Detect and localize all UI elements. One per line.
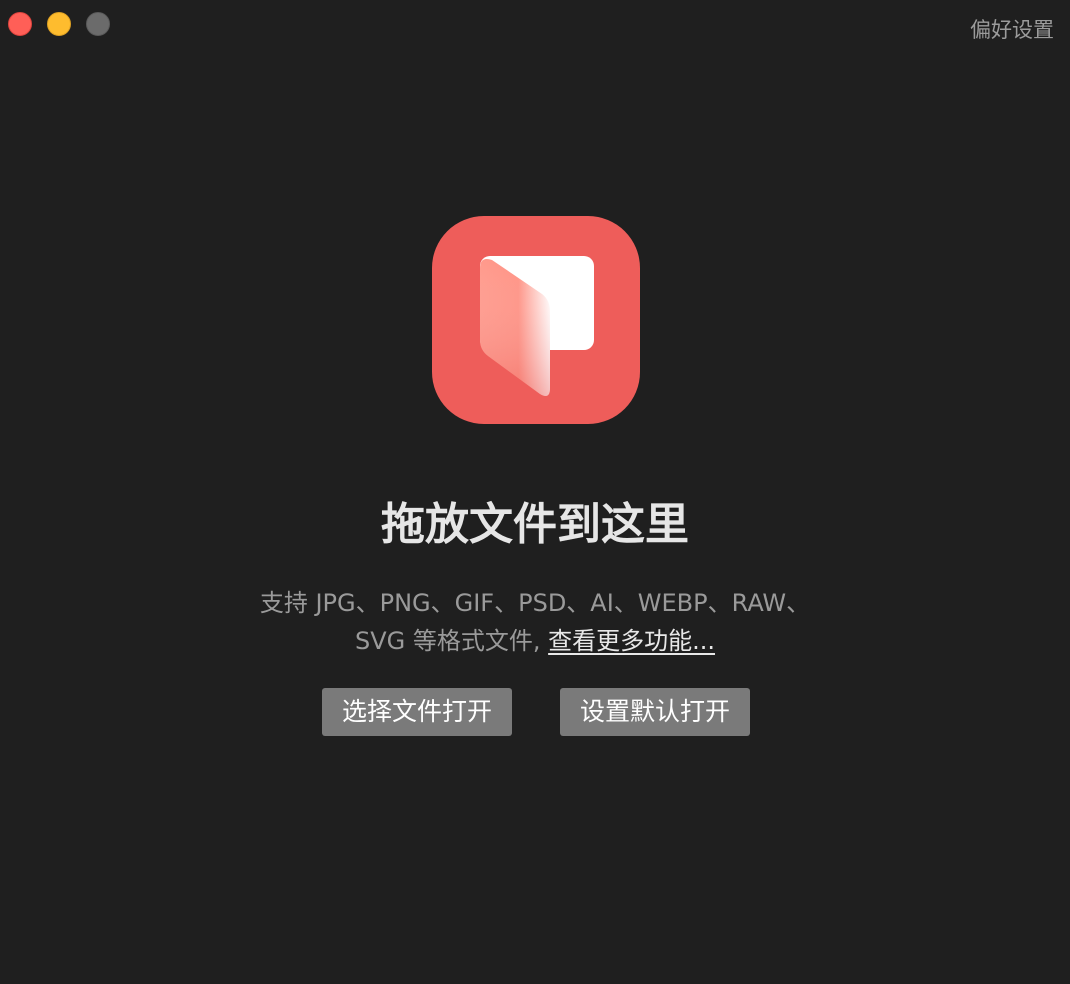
preferences-button[interactable]: 偏好设置 [970, 16, 1054, 44]
formats-line-1: 支持 JPG、PNG、GIF、PSD、AI、WEBP、RAW、 [259, 589, 811, 617]
set-default-button[interactable]: 设置默认打开 [560, 688, 750, 736]
drop-title: 拖放文件到这里 [381, 499, 689, 550]
maximize-window-button[interactable] [86, 12, 110, 36]
app-logo-icon [432, 216, 640, 424]
window-controls [8, 12, 110, 36]
formats-line-2: SVG 等格式文件, 查看更多功能... [0, 622, 1070, 660]
formats-line-2-text: SVG 等格式文件, [354, 627, 549, 655]
more-features-link[interactable]: 查看更多功能... [548, 627, 715, 655]
open-file-button[interactable]: 选择文件打开 [322, 688, 512, 736]
supported-formats-text: 支持 JPG、PNG、GIF、PSD、AI、WEBP、RAW、 SVG 等格式文… [0, 584, 1070, 660]
app-window: 偏好设置 拖放文件到这里 支持 JPG、PNG、GIF、PSD、AI、WEBP、… [0, 0, 1070, 984]
close-window-button[interactable] [8, 12, 32, 36]
minimize-window-button[interactable] [47, 12, 71, 36]
